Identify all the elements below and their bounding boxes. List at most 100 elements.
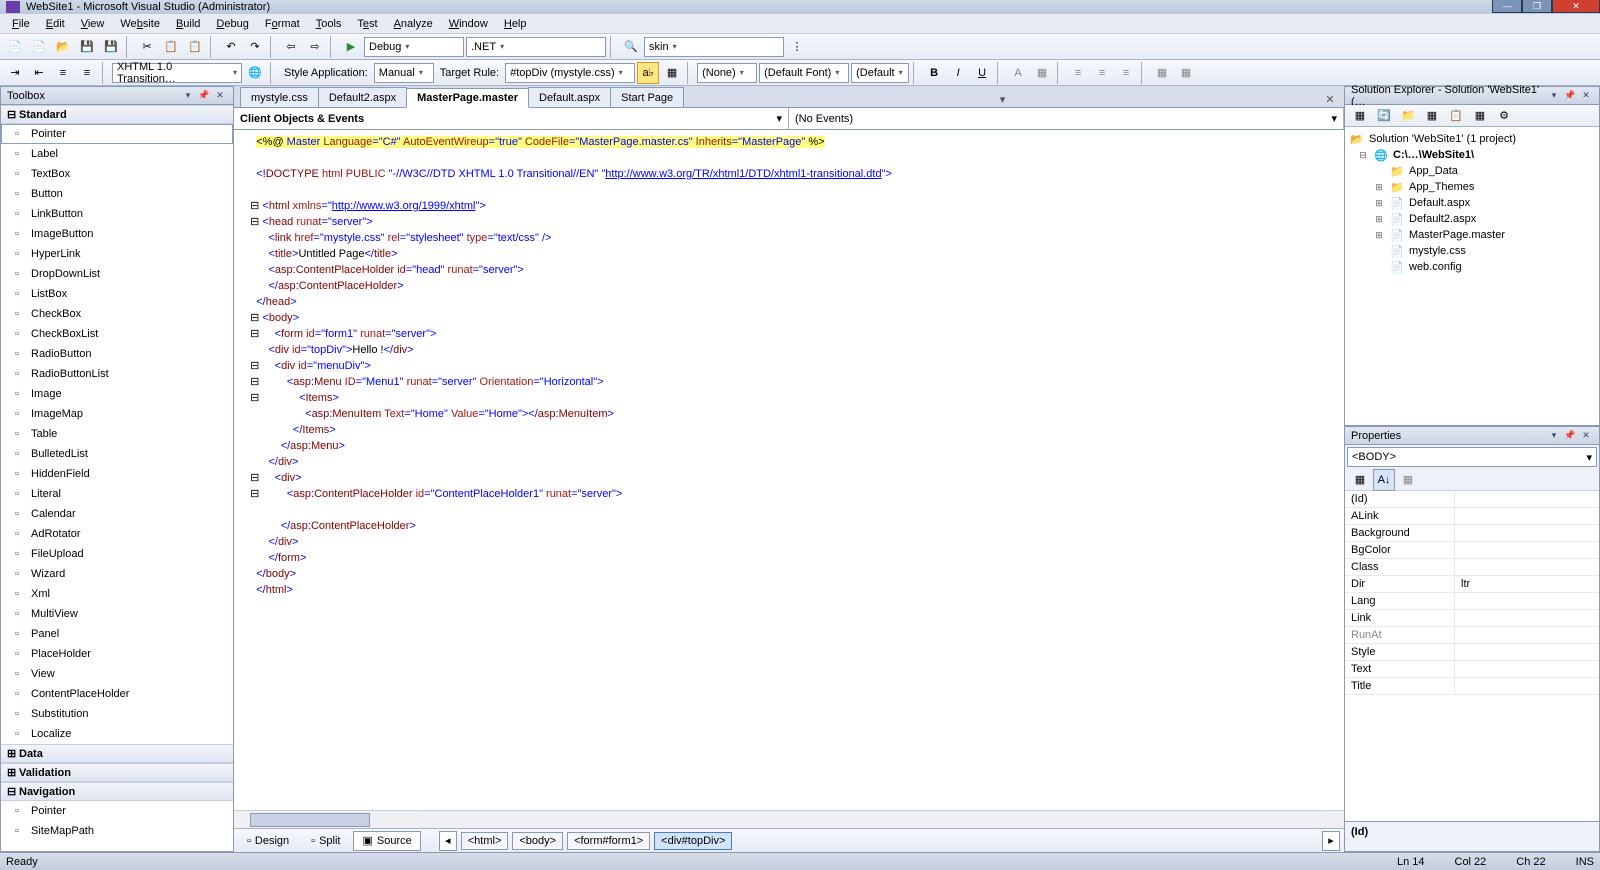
property-row[interactable]: Title bbox=[1345, 678, 1599, 695]
breadcrumb-form[interactable]: <form#form1> bbox=[567, 832, 650, 850]
close-icon[interactable]: ✕ bbox=[1579, 429, 1593, 443]
start-debug-button[interactable]: ▶ bbox=[340, 36, 362, 58]
toolbox-cat-navigation[interactable]: ⊟Navigation bbox=[1, 782, 233, 801]
tree-item[interactable]: 📄web.config bbox=[1349, 259, 1595, 275]
toolbox-cat-standard[interactable]: ⊟Standard bbox=[1, 105, 233, 124]
open-button[interactable]: 📂 bbox=[52, 36, 74, 58]
menu-file[interactable]: File bbox=[4, 16, 38, 32]
toolbox-item[interactable]: ▫DropDownList bbox=[1, 264, 233, 284]
toolbox-item[interactable]: ▫Calendar bbox=[1, 504, 233, 524]
overflow-button[interactable]: ⋮ bbox=[786, 36, 808, 58]
toolbox-item[interactable]: ▫HiddenField bbox=[1, 464, 233, 484]
targetrule-combo[interactable]: #topDiv (mystyle.css)▾ bbox=[505, 63, 635, 83]
underline-button[interactable]: U bbox=[971, 62, 993, 84]
toolbox-item[interactable]: ▫Pointer bbox=[1, 801, 233, 821]
property-row[interactable]: Lang bbox=[1345, 593, 1599, 610]
toolbox-item[interactable]: ▫Pointer bbox=[1, 124, 233, 144]
source-view-button[interactable]: ▣ Source bbox=[353, 831, 420, 851]
tree-item[interactable]: ⊞📄Default2.aspx bbox=[1349, 211, 1595, 227]
horizontal-scrollbar[interactable] bbox=[234, 810, 1344, 828]
toolbox-item[interactable]: ▫Panel bbox=[1, 624, 233, 644]
event-combo[interactable]: (No Events)▾ bbox=[789, 108, 1344, 129]
fonttag-combo[interactable]: (None)▾ bbox=[697, 63, 757, 83]
menu-debug[interactable]: Debug bbox=[208, 16, 256, 32]
save-button[interactable]: 💾 bbox=[76, 36, 98, 58]
property-pages-button[interactable]: ▦ bbox=[1397, 469, 1419, 491]
toolbox-item[interactable]: ▫CheckBoxList bbox=[1, 324, 233, 344]
toolbox-item[interactable]: ▫BulletedList bbox=[1, 444, 233, 464]
validate-button[interactable]: 🌐 bbox=[244, 62, 266, 84]
alphabetical-button[interactable]: A↓ bbox=[1373, 469, 1395, 491]
redo-button[interactable]: ↷ bbox=[244, 36, 266, 58]
toolbox-item[interactable]: ▫Image bbox=[1, 384, 233, 404]
property-row[interactable]: BgColor bbox=[1345, 542, 1599, 559]
toolbox-item[interactable]: ▫ImageMap bbox=[1, 404, 233, 424]
toolbox-item[interactable]: ▫Wizard bbox=[1, 564, 233, 584]
toolbox-item[interactable]: ▫Xml bbox=[1, 584, 233, 604]
property-row[interactable]: ALink bbox=[1345, 508, 1599, 525]
tab-default2[interactable]: Default2.aspx bbox=[318, 87, 407, 107]
property-row[interactable]: Style bbox=[1345, 644, 1599, 661]
tab-default[interactable]: Default.aspx bbox=[528, 87, 611, 107]
new-project-button[interactable]: 📄 bbox=[4, 36, 26, 58]
maximize-button[interactable]: ❐ bbox=[1522, 0, 1552, 13]
numbered-list-button[interactable]: ≡ bbox=[1091, 62, 1113, 84]
tab-startpage[interactable]: Start Page bbox=[610, 87, 684, 107]
property-row[interactable]: RunAt bbox=[1345, 627, 1599, 644]
code-editor[interactable]: <%@ Master Language="C#" AutoEventWireup… bbox=[234, 130, 1344, 810]
close-icon[interactable]: ✕ bbox=[1579, 89, 1593, 103]
toolbox-cat-validation[interactable]: ⊞Validation bbox=[1, 763, 233, 782]
paste-button[interactable]: 📋 bbox=[184, 36, 206, 58]
property-row[interactable]: Class bbox=[1345, 559, 1599, 576]
close-button[interactable]: ✕ bbox=[1552, 0, 1600, 13]
tab-close-icon[interactable]: ✕ bbox=[1322, 91, 1338, 107]
toolbox-item[interactable]: ▫TextBox bbox=[1, 164, 233, 184]
dropdown-icon[interactable]: ▾ bbox=[1547, 89, 1561, 103]
nest-button[interactable]: 📁 bbox=[1397, 105, 1419, 127]
properties-button[interactable]: ▦ bbox=[1349, 105, 1371, 127]
property-row[interactable]: Dirltr bbox=[1345, 576, 1599, 593]
config-button[interactable]: ▦ bbox=[1469, 105, 1491, 127]
property-row[interactable]: Background bbox=[1345, 525, 1599, 542]
property-row[interactable]: Text bbox=[1345, 661, 1599, 678]
toolbox-item[interactable]: ▫LinkButton bbox=[1, 204, 233, 224]
menu-help[interactable]: Help bbox=[496, 16, 535, 32]
forecolor-button[interactable]: A bbox=[1007, 62, 1029, 84]
object-combo[interactable]: Client Objects & Events▾ bbox=[234, 108, 789, 129]
toolbox-item[interactable]: ▫Button bbox=[1, 184, 233, 204]
toolbox-item[interactable]: ▫MultiView bbox=[1, 604, 233, 624]
toolbox-item[interactable]: ▫RadioButton bbox=[1, 344, 233, 364]
comment-button[interactable]: ≡ bbox=[52, 62, 74, 84]
fontname-combo[interactable]: (Default Font)▾ bbox=[759, 63, 849, 83]
align-left-button[interactable]: ≡ bbox=[1067, 62, 1089, 84]
cut-button[interactable]: ✂ bbox=[136, 36, 158, 58]
add-item-button[interactable]: 📄 bbox=[28, 36, 50, 58]
split-view-button[interactable]: ▫ Split bbox=[302, 831, 349, 851]
menu-format[interactable]: Format bbox=[257, 16, 308, 32]
tree-project[interactable]: ⊟🌐C:\…\WebSite1\ bbox=[1349, 147, 1595, 163]
pin-icon[interactable]: 📌 bbox=[1563, 429, 1577, 443]
toolbox-item[interactable]: ▫SiteMapPath bbox=[1, 821, 233, 841]
bullet-list-button[interactable]: ≡ bbox=[1115, 62, 1137, 84]
breadcrumb-body[interactable]: <body> bbox=[512, 832, 563, 850]
menu-analyze[interactable]: Analyze bbox=[386, 16, 441, 32]
backcolor-button[interactable]: ▦ bbox=[1031, 62, 1053, 84]
toolbox-item[interactable]: ▫ImageButton bbox=[1, 224, 233, 244]
menu-build[interactable]: Build bbox=[168, 16, 208, 32]
tree-item[interactable]: ⊞📄MasterPage.master bbox=[1349, 227, 1595, 243]
toolbox-item[interactable]: ▫PlaceHolder bbox=[1, 644, 233, 664]
toolbox-item[interactable]: ▫Substitution bbox=[1, 704, 233, 724]
categorized-button[interactable]: ▦ bbox=[1349, 469, 1371, 491]
toolbox-item[interactable]: ▫AdRotator bbox=[1, 524, 233, 544]
italic-button[interactable]: I bbox=[947, 62, 969, 84]
table-button[interactable]: ▦ bbox=[1151, 62, 1173, 84]
property-row[interactable]: (Id) bbox=[1345, 491, 1599, 508]
nav-fwd-button[interactable]: ⇨ bbox=[304, 36, 326, 58]
tree-item[interactable]: 📁App_Data bbox=[1349, 163, 1595, 179]
tree-item[interactable]: ⊞📄Default.aspx bbox=[1349, 195, 1595, 211]
undo-button[interactable]: ↶ bbox=[220, 36, 242, 58]
tab-masterpage[interactable]: MasterPage.master bbox=[406, 88, 529, 108]
pin-icon[interactable]: 📌 bbox=[1563, 89, 1577, 103]
fontsize-combo[interactable]: (Default▾ bbox=[851, 63, 909, 83]
platform-combo[interactable]: .NET▾ bbox=[466, 37, 606, 57]
